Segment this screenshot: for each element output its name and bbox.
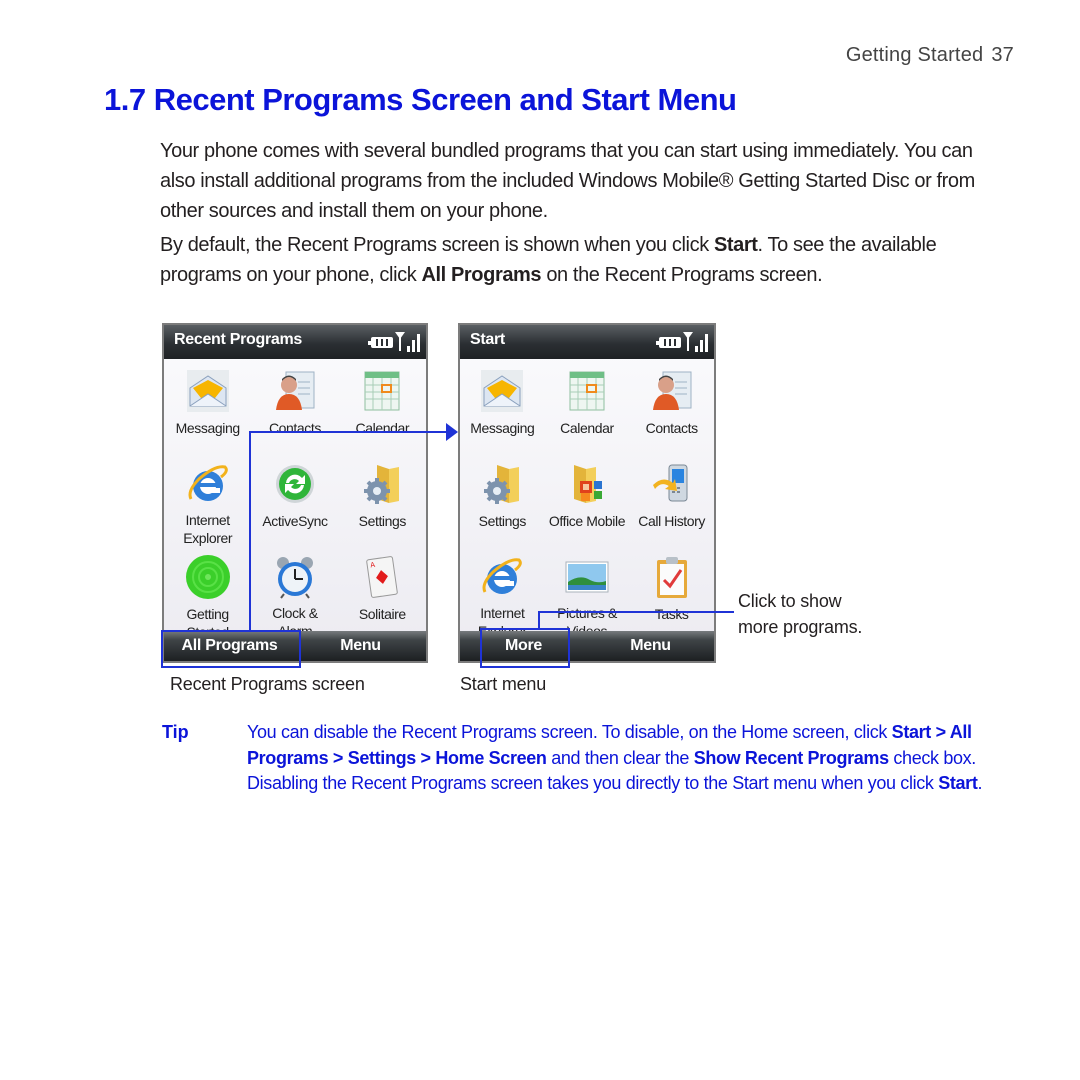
app-label: Calendar bbox=[355, 420, 410, 436]
menu-softkey[interactable]: Menu bbox=[587, 631, 714, 661]
app-contacts[interactable]: Contacts bbox=[251, 361, 338, 454]
antenna-icon bbox=[683, 332, 693, 352]
activesync-icon bbox=[271, 460, 319, 508]
app-label: Solitaire bbox=[358, 606, 406, 622]
tasks-clipboard-icon bbox=[648, 553, 696, 601]
status-icons bbox=[368, 330, 420, 352]
text-span: on the Recent Programs screen. bbox=[541, 264, 823, 286]
playing-card-icon: A bbox=[358, 553, 406, 601]
calendar-icon bbox=[358, 367, 406, 415]
pictures-icon bbox=[563, 553, 611, 600]
arrow-right-icon bbox=[446, 423, 458, 441]
more-programs-callout: Click to show more programs. bbox=[738, 588, 862, 640]
bold-term-all-programs: All Programs bbox=[421, 264, 542, 286]
app-internet-explorer[interactable]: Internet Explorer bbox=[164, 454, 251, 547]
recent-programs-screenshot: Recent Programs Messaging Contacts Calenda… bbox=[162, 323, 428, 663]
app-label: Messaging bbox=[175, 420, 241, 436]
start-menu-grid: Messaging Calendar Contacts Settings Office … bbox=[460, 361, 714, 640]
recent-programs-titlebar: Recent Programs bbox=[164, 325, 426, 359]
text-span: You can disable the Recent Programs scre… bbox=[247, 722, 892, 742]
battery-icon bbox=[368, 337, 393, 348]
running-header: Getting Started 37 bbox=[846, 44, 1014, 67]
tip-text: You can disable the Recent Programs scre… bbox=[247, 720, 1007, 797]
settings-folder-icon bbox=[358, 460, 406, 508]
section-title: 1.7 Recent Programs Screen and Start Men… bbox=[104, 82, 737, 117]
envelope-icon bbox=[184, 367, 232, 415]
envelope-icon bbox=[478, 367, 526, 415]
text-span: and then clear the bbox=[546, 747, 694, 768]
text-span: By default, the Recent Programs screen i… bbox=[160, 234, 714, 256]
app-getting-started[interactable]: Getting Started bbox=[164, 547, 251, 640]
app-office-mobile[interactable]: Office Mobile bbox=[545, 454, 630, 547]
alarm-clock-icon bbox=[271, 553, 319, 600]
screen-title: Recent Programs bbox=[174, 331, 302, 348]
tip-label: Tip bbox=[162, 722, 189, 742]
app-settings[interactable]: Settings bbox=[339, 454, 426, 547]
app-calendar[interactable]: Calendar bbox=[545, 361, 630, 454]
app-internet-explorer[interactable]: Internet Explorer bbox=[460, 547, 545, 640]
internet-explorer-icon bbox=[184, 460, 232, 507]
app-settings[interactable]: Settings bbox=[460, 454, 545, 547]
more-highlight-box bbox=[480, 628, 570, 668]
app-messaging[interactable]: Messaging bbox=[460, 361, 545, 454]
app-contacts[interactable]: Contacts bbox=[629, 361, 714, 454]
bold-term-start: Start bbox=[713, 234, 758, 256]
recent-programs-grid: Messaging Contacts Calendar Internet Explor… bbox=[164, 361, 426, 640]
screen-title: Start bbox=[470, 331, 505, 348]
start-menu-caption: Start menu bbox=[460, 674, 547, 694]
contacts-icon bbox=[648, 367, 696, 415]
more-connector-vertical bbox=[538, 612, 540, 629]
calendar-icon bbox=[563, 367, 611, 415]
app-label: Contacts bbox=[645, 420, 698, 436]
start-menu-titlebar: Start bbox=[460, 325, 714, 359]
bold-term-start: Start bbox=[938, 773, 978, 793]
app-tasks[interactable]: Tasks bbox=[629, 547, 714, 640]
contacts-icon bbox=[271, 367, 319, 415]
status-icons bbox=[656, 330, 708, 352]
app-messaging[interactable]: Messaging bbox=[164, 361, 251, 454]
app-label: Office Mobile bbox=[548, 513, 626, 529]
app-pictures-videos[interactable]: Pictures & Videos bbox=[545, 547, 630, 640]
app-call-history[interactable]: Call History bbox=[629, 454, 714, 547]
app-clock-alarm[interactable]: Clock & Alarm bbox=[251, 547, 338, 640]
connector-line-vertical bbox=[249, 432, 251, 632]
app-label: Calendar bbox=[560, 420, 614, 436]
app-label: Contacts bbox=[268, 420, 322, 436]
more-connector-horizontal bbox=[538, 611, 734, 613]
menu-softkey[interactable]: Menu bbox=[295, 631, 426, 661]
app-activesync[interactable]: ActiveSync bbox=[251, 454, 338, 547]
app-label: ActiveSync bbox=[262, 513, 328, 529]
app-solitaire[interactable]: A Solitaire bbox=[339, 547, 426, 640]
battery-icon bbox=[656, 337, 681, 348]
app-label: Settings bbox=[478, 513, 527, 529]
callout-line: more programs. bbox=[738, 617, 863, 637]
app-label: Call History bbox=[638, 513, 706, 529]
callout-line: Click to show bbox=[738, 591, 842, 611]
getting-started-icon bbox=[184, 553, 232, 601]
antenna-icon bbox=[395, 332, 405, 352]
internet-explorer-icon bbox=[478, 553, 526, 600]
intro-paragraph: Your phone comes with several bundled pr… bbox=[160, 140, 975, 222]
signal-strength-icon bbox=[407, 330, 420, 352]
app-label: Messaging bbox=[470, 420, 535, 436]
app-label: Internet Explorer bbox=[183, 512, 233, 546]
default-screen-paragraph: By default, the Recent Programs screen i… bbox=[160, 230, 1000, 290]
signal-strength-icon bbox=[695, 330, 708, 352]
call-history-icon bbox=[648, 460, 696, 508]
text-span: . bbox=[977, 773, 983, 793]
settings-folder-icon bbox=[478, 460, 526, 508]
all-programs-highlight-box bbox=[161, 630, 301, 668]
app-label: Settings bbox=[358, 513, 407, 529]
office-folder-icon bbox=[563, 460, 611, 508]
recent-programs-caption: Recent Programs screen bbox=[170, 674, 365, 694]
connector-line-horizontal bbox=[249, 431, 447, 433]
app-label: Tasks bbox=[654, 606, 689, 622]
page-number: 37 bbox=[991, 44, 1014, 66]
chapter-name: Getting Started bbox=[845, 44, 984, 66]
bold-option-name: Show Recent Programs bbox=[693, 747, 889, 768]
app-calendar[interactable]: Calendar bbox=[339, 361, 426, 454]
